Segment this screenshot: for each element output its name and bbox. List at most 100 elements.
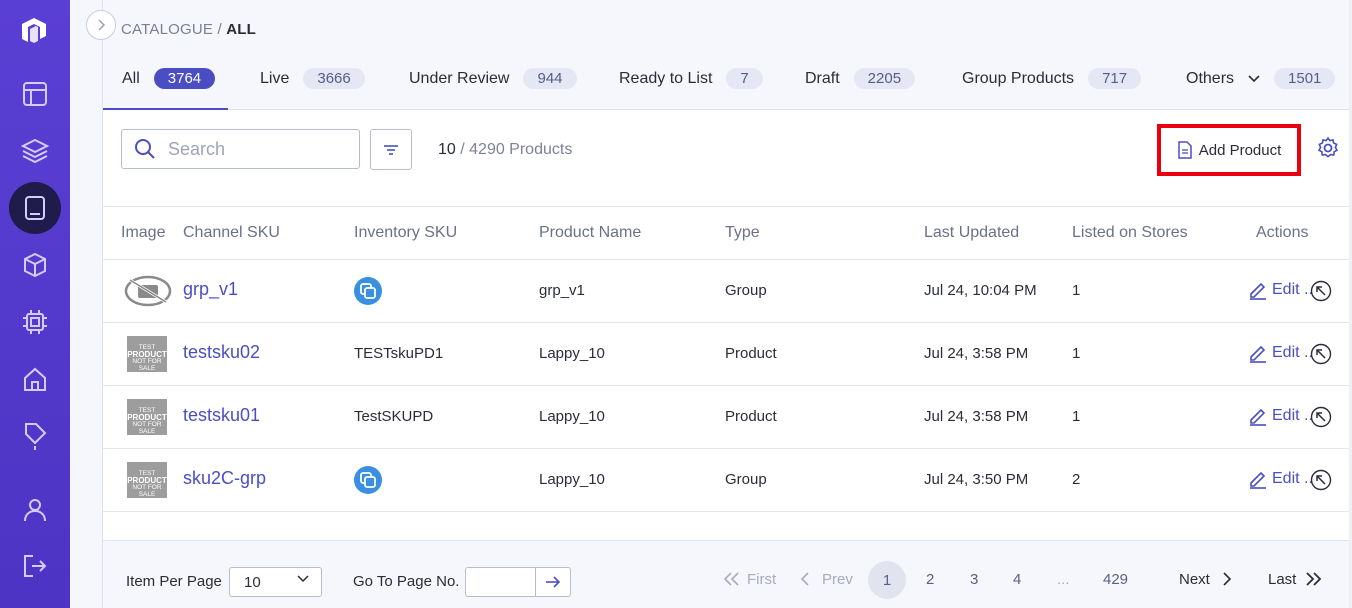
page-button[interactable]: 2 xyxy=(926,571,934,588)
channel-sku-link[interactable]: testsku01 xyxy=(183,405,260,426)
sidebar-toggle-button[interactable] xyxy=(86,10,116,40)
product-name: Lappy_10 xyxy=(539,345,605,362)
chevron-left-icon xyxy=(800,572,809,586)
nav-home-icon[interactable] xyxy=(0,353,70,405)
nav-logout-icon[interactable] xyxy=(0,540,70,592)
pencil-icon xyxy=(1250,408,1266,426)
edit-button[interactable]: Edit .. xyxy=(1248,406,1313,426)
edit-label: Edit .. xyxy=(1272,281,1313,298)
product-thumbnail[interactable]: TEST PRODUCT NOT FOR SALE xyxy=(127,399,167,435)
product-name: Lappy_10 xyxy=(539,471,605,488)
nav-user-icon[interactable] xyxy=(0,484,70,536)
open-external-icon[interactable] xyxy=(1310,469,1332,491)
thumb-text: PRODUCT xyxy=(127,413,167,422)
column-header: Type xyxy=(725,224,760,241)
listed-stores-count: 2 xyxy=(1072,471,1081,488)
column-header: Channel SKU xyxy=(183,224,280,241)
go-to-page-field[interactable] xyxy=(465,567,571,597)
nav-chip-icon[interactable] xyxy=(0,296,70,348)
breadcrumb: CATALOGUE / ALL xyxy=(121,21,256,38)
thumb-text: NOT FOR SALE xyxy=(132,358,162,372)
tab-ready-to-list[interactable]: Ready to List 7 xyxy=(619,68,763,89)
page-button[interactable]: 3 xyxy=(970,571,978,588)
product-thumbnail[interactable]: TEST PRODUCT NOT FOR SALE xyxy=(127,336,167,372)
page-number-input[interactable] xyxy=(472,572,532,592)
total-count: / 4290 Products xyxy=(460,141,573,158)
page-button[interactable]: 4 xyxy=(1013,571,1021,588)
edit-button[interactable]: Edit .. xyxy=(1248,343,1313,363)
edit-button[interactable]: Edit .. xyxy=(1248,469,1313,489)
tab-draft[interactable]: Draft 2205 xyxy=(805,68,916,89)
nav-catalogue-icon[interactable] xyxy=(0,182,70,234)
linked-inventory-icon[interactable] xyxy=(354,466,382,494)
last-label: Last xyxy=(1268,571,1297,588)
tab-label: Draft xyxy=(805,69,840,87)
table-row: grp_v1 grp_v1 Group Jul 24, 10:04 PM 1 E… xyxy=(103,260,1352,323)
tab-all[interactable]: All 3764 xyxy=(122,68,216,89)
tab-under-review[interactable]: Under Review 944 xyxy=(409,68,577,89)
column-header: Image xyxy=(121,224,166,241)
filter-button[interactable] xyxy=(370,129,412,170)
brand-logo-icon[interactable] xyxy=(18,16,50,48)
product-thumbnail[interactable]: TEST PRODUCT NOT FOR SALE xyxy=(127,462,167,498)
thumb-text: PRODUCT xyxy=(127,350,167,359)
next-page-button[interactable]: Next xyxy=(1179,571,1232,588)
products-panel: 10 / 4290 Products Add Product Image Cha… xyxy=(103,110,1352,540)
page-ellipsis: ... xyxy=(1057,571,1070,588)
column-header: Last Updated xyxy=(924,224,1020,241)
listed-stores-count: 1 xyxy=(1072,282,1081,299)
tab-label: Group Products xyxy=(962,69,1075,87)
search-icon xyxy=(135,139,155,159)
gear-icon[interactable] xyxy=(1316,136,1340,160)
open-external-icon[interactable] xyxy=(1310,343,1332,365)
open-external-icon[interactable] xyxy=(1310,280,1332,302)
channel-sku-link[interactable]: testsku02 xyxy=(183,342,260,363)
column-header: Inventory SKU xyxy=(354,224,458,241)
pencil-icon xyxy=(1250,282,1266,300)
first-label: First xyxy=(747,571,777,588)
edit-label: Edit .. xyxy=(1272,470,1313,487)
page-button[interactable]: 429 xyxy=(1103,571,1128,588)
column-header: Product Name xyxy=(539,224,642,241)
items-per-page-select[interactable]: 10 xyxy=(229,567,322,597)
prev-page-button[interactable]: Prev xyxy=(800,571,853,588)
tab-label: All xyxy=(122,69,140,87)
tab-count-badge: 2205 xyxy=(853,68,916,89)
tab-others[interactable]: Others 1501 xyxy=(1186,68,1336,89)
go-to-page-label: Go To Page No. xyxy=(353,573,460,590)
filter-icon xyxy=(384,144,398,155)
column-header: Listed on Stores xyxy=(1072,224,1188,241)
product-name: Lappy_10 xyxy=(539,408,605,425)
last-updated: Jul 24, 3:50 PM xyxy=(924,471,1029,488)
tab-count-badge: 3666 xyxy=(303,68,365,89)
go-button[interactable] xyxy=(535,568,570,596)
channel-sku-link[interactable]: grp_v1 xyxy=(183,279,238,300)
search-input[interactable] xyxy=(168,138,338,160)
breadcrumb-root[interactable]: CATALOGUE xyxy=(121,21,213,38)
channel-sku-link[interactable]: sku2C-grp xyxy=(183,468,266,489)
table-row: TEST PRODUCT NOT FOR SALE sku2C-grp Lappy_… xyxy=(103,449,1352,512)
first-page-button[interactable]: First xyxy=(723,571,776,588)
chevron-right-icon xyxy=(1223,572,1231,586)
tab-live[interactable]: Live 3666 xyxy=(260,68,365,89)
edit-button[interactable]: Edit .. xyxy=(1248,280,1313,300)
nav-tag-icon[interactable] xyxy=(0,410,70,462)
page-button-current[interactable]: 1 xyxy=(868,561,906,599)
open-external-icon[interactable] xyxy=(1310,406,1332,428)
items-per-page-value: 10 xyxy=(244,574,261,591)
tab-group-products[interactable]: Group Products 717 xyxy=(962,68,1142,89)
nav-layers-icon[interactable] xyxy=(0,125,70,177)
table-row: TEST PRODUCT NOT FOR SALE testsku02 TESTsk… xyxy=(103,323,1352,386)
last-page-button[interactable]: Last xyxy=(1268,571,1322,588)
linked-inventory-icon[interactable] xyxy=(354,277,382,305)
nav-dashboard-icon[interactable] xyxy=(0,68,70,120)
table-header: Image Channel SKU Inventory SKU Product … xyxy=(103,206,1352,260)
tab-count-badge: 3764 xyxy=(153,68,216,89)
tab-count-badge: 944 xyxy=(523,68,577,89)
listed-stores-count: 1 xyxy=(1072,345,1081,362)
product-count: 10 / 4290 Products xyxy=(438,141,572,159)
add-product-button[interactable]: Add Product xyxy=(1157,124,1301,176)
breadcrumb-separator: / xyxy=(213,21,227,38)
nav-box-icon[interactable] xyxy=(0,239,70,291)
search-box[interactable] xyxy=(121,129,360,169)
